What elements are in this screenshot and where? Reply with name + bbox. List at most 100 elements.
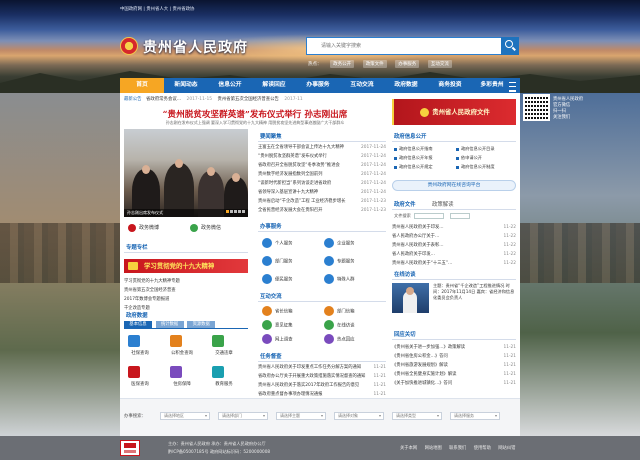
doc-year-select[interactable] [449, 213, 470, 219]
service-item[interactable]: 特殊人群 [324, 274, 355, 284]
doc-item[interactable]: 省人民政府关于印发… 11-22 [392, 250, 516, 259]
doc-item[interactable]: 省人民政府办公厅关于… 11-22 [392, 232, 516, 241]
tasks-title[interactable]: 任务督查 [260, 352, 282, 360]
search-button[interactable] [501, 37, 519, 55]
news-item[interactable]: “贵州脱贫攻坚群英谱”发布仪式举行 2017-11-24 [258, 152, 386, 161]
online-consult-button[interactable]: 贵州政府网在线咨询平台 [392, 180, 516, 191]
service-item[interactable]: 专题服务 [324, 256, 355, 266]
gov-site-seal-icon[interactable] [120, 440, 140, 456]
type-select[interactable]: 请选择类型 [392, 412, 442, 420]
data-item[interactable]: 医保查询 [128, 366, 152, 387]
tab-stats[interactable]: 统计数据 [155, 321, 184, 328]
nav-news[interactable]: 新闻动态 [164, 78, 208, 93]
nav-interaction[interactable]: 互动交流 [340, 78, 384, 93]
interact-item[interactable]: 网上调查 [262, 334, 293, 344]
nav-info-public[interactable]: 信息公开 [208, 78, 252, 93]
list-item[interactable]: 2017年数博会专题报道 [124, 295, 248, 304]
wechat-button[interactable]: 政务微信 [190, 223, 221, 233]
interview-photo[interactable] [392, 283, 429, 313]
nav-services[interactable]: 办事服务 [296, 78, 340, 93]
footer-link[interactable]: 网站纠错 [498, 446, 515, 451]
public-link[interactable]: 政府信息公开规定 [394, 164, 433, 170]
gov-document-banner[interactable]: 贵州省人民政府文件 [392, 99, 516, 125]
public-link[interactable]: 依申请公开 [456, 155, 482, 161]
news-item[interactable]: 王富玉在全省领导干部会议上传达十九大精神 2017-11-24 [258, 143, 386, 152]
tab-basic[interactable]: 基本信息 [124, 321, 152, 328]
interaction-title[interactable]: 互动交流 [260, 292, 282, 300]
data-item[interactable]: 教育服务 [212, 366, 236, 387]
public-link[interactable]: 政府信息公开制度 [456, 164, 495, 170]
data-item[interactable]: 交通违章 [212, 335, 236, 356]
footer-link[interactable]: 联系我们 [449, 446, 466, 451]
reply-item[interactable]: 《贵州省住房公积金…》答问 11-21 [392, 352, 516, 361]
nav-interpretation[interactable]: 解读回应 [252, 78, 296, 93]
doc-tab-interpretation[interactable]: 政策解读 [432, 200, 454, 208]
site-title[interactable]: 贵州省人民政府 [143, 37, 248, 57]
ticker-item[interactable]: 贵州省第五次全国经济普查公告 [217, 97, 278, 102]
doc-item[interactable]: 贵州省人民政府关于表彰… 11-22 [392, 241, 516, 250]
ticker-item[interactable]: 省政府常务会议… [146, 97, 181, 102]
weibo-button[interactable]: 政务微博 [128, 223, 159, 233]
interact-item[interactable]: 在线访谈 [324, 320, 355, 330]
slider-dots[interactable] [225, 209, 245, 215]
data-item[interactable]: 公积金查询 [170, 335, 194, 356]
online-interview-title[interactable]: 在线访谈 [394, 270, 416, 278]
interact-item[interactable]: 省长信箱 [262, 306, 293, 316]
topic-select[interactable]: 请选择主题 [276, 412, 326, 420]
interact-item[interactable]: 意见征集 [262, 320, 293, 330]
news-item[interactable]: “谈新时代新担当”系列访谈走进省政府 2017-11-24 [258, 179, 386, 188]
hot-tag[interactable]: 办事服务 [395, 60, 420, 68]
special-banner[interactable]: 学习贯彻党的十九大精神 [124, 259, 248, 273]
doc-tab-title[interactable]: 政府文件 [394, 200, 416, 208]
public-title[interactable]: 政府信息公开 [394, 132, 426, 140]
task-item[interactable]: 贵州省人民政府关于落实2017年政府工作报告的意见 11-21 [258, 381, 386, 390]
headline-title[interactable]: “贵州脱贫攻坚群英谱”发布仪式举行 孙志刚出席 [124, 108, 386, 120]
hot-tag[interactable]: 政策文件 [362, 60, 387, 68]
news-item[interactable]: 全省民营经济发展大会在贵阳召开 2017-11-23 [258, 206, 386, 215]
doc-item[interactable]: 贵州省人民政府关于印发… 11-22 [392, 223, 516, 232]
data-item[interactable]: 住房保障 [170, 366, 194, 387]
search-input[interactable] [307, 38, 501, 54]
news-photo-slider[interactable]: 孙志刚出席发布仪式 [124, 129, 248, 217]
nav-data[interactable]: 政府数据 [384, 78, 428, 93]
interact-item[interactable]: 部门信箱 [324, 306, 355, 316]
doc-item[interactable]: 贵州省人民政府关于“十三五”… 11-22 [392, 259, 516, 268]
public-link[interactable]: 政府信息公开年报 [394, 155, 433, 161]
footer-link[interactable]: 关于本网 [400, 446, 417, 451]
department-select[interactable]: 请选择部门 [218, 412, 268, 420]
region-select[interactable]: 请选择地区 [160, 412, 210, 420]
interview-text[interactable]: 主题：贵州省“千企改造”工程推进情况 时间：2017年11月14日 嘉宾：省经济… [433, 283, 517, 301]
special-title[interactable]: 专题专栏 [126, 243, 148, 251]
reply-item[interactable]: 《贵州省关于进一步加强…》政策解读 11-21 [392, 343, 516, 352]
reply-item[interactable]: 《关于加快推进城镇化…》答问 11-21 [392, 379, 516, 388]
news-item[interactable]: 贵州省启动“千企改造”工程 工业经济稳步增长 2017-11-23 [258, 197, 386, 206]
focus-title[interactable]: 要闻聚焦 [260, 132, 282, 140]
service-title[interactable]: 办事服务 [260, 222, 282, 230]
footer-link[interactable]: 使用帮助 [474, 446, 491, 451]
service-item[interactable]: 企业服务 [324, 238, 355, 248]
data-section-title[interactable]: 政府数据 [126, 311, 148, 319]
reply-title[interactable]: 回应关切 [394, 330, 416, 338]
public-link[interactable]: 政府信息公开目录 [456, 146, 495, 152]
object-select[interactable]: 请选择对象 [334, 412, 384, 420]
menu-icon[interactable] [505, 78, 520, 93]
service-item[interactable]: 便民服务 [262, 274, 293, 284]
search-box[interactable] [306, 37, 502, 55]
list-item[interactable]: 学习贯彻党的十九大精神专题 [124, 277, 248, 286]
top-links[interactable]: 中国政府网 | 贵州省人大 | 贵州省政协 [120, 6, 194, 12]
task-item[interactable]: 贵州省人民政府关于印发重点工作任务分解方案的通知 11-21 [258, 363, 386, 372]
reply-item[interactable]: 《贵州省全民健身实施计划》解读 11-21 [392, 370, 516, 379]
nav-investment[interactable]: 商务投资 [428, 78, 472, 93]
news-item[interactable]: 省领导深入基层宣讲十九大精神 2017-11-24 [258, 188, 386, 197]
news-item[interactable]: 省政府召开全省脱贫攻坚“冬季攻势”推进会 2017-11-24 [258, 161, 386, 170]
doc-search-input[interactable] [413, 213, 444, 219]
interact-item[interactable]: 热点回应 [324, 334, 355, 344]
hot-tag[interactable]: 政务公开 [330, 60, 355, 68]
hot-tag[interactable]: 互动交流 [427, 60, 452, 68]
news-item[interactable]: 贵州数字经济发展指数列全国前列 2017-11-24 [258, 170, 386, 179]
list-item[interactable]: 贵州省第五次全国经济普查 [124, 286, 248, 295]
nav-home[interactable]: 首页 [120, 78, 164, 93]
data-item[interactable]: 社保查询 [128, 335, 152, 356]
footer-link[interactable]: 网站地图 [425, 446, 442, 451]
public-link[interactable]: 政府信息公开指南 [394, 146, 433, 152]
